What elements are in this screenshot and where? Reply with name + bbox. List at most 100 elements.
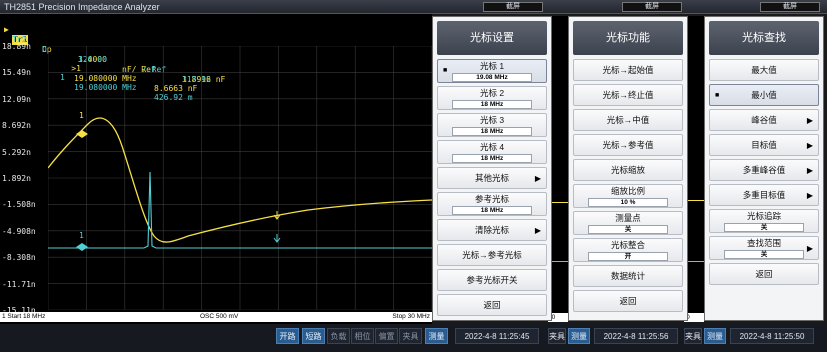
submenu-arrow-icon: ▶ (806, 116, 813, 125)
menu-item-label: 最大值 (751, 65, 777, 75)
sliver-fixture-1[interactable]: 夹具 (548, 328, 566, 344)
screenshot-button-1[interactable]: 截屏 (483, 2, 543, 12)
bottom-button-4[interactable]: 偏置 (375, 328, 398, 344)
menu-item-value[interactable]: 关 (724, 250, 804, 259)
trace-1-row[interactable]: ▶ Tr1 Cp 3.4000 nF/ Ref 1.8916 nF (0, 15, 225, 84)
menu-item-label: 最小值 (751, 90, 777, 100)
menu-item-value[interactable]: 18 MHz (452, 100, 532, 109)
menu-item-value[interactable]: 18 MHz (452, 154, 532, 163)
bottom-button-6[interactable]: 测量 (425, 328, 448, 344)
menu-item-value[interactable]: 开 (588, 252, 668, 261)
panel_marker_search-item-2[interactable]: 峰谷值 ▶ (709, 109, 819, 131)
panel_marker_setup-item-5[interactable]: 参考光标 18 MHz (437, 192, 547, 216)
bottom-button-5[interactable]: 夹具 (399, 328, 422, 344)
panel_marker_function-item-4[interactable]: 光标缩放 (573, 159, 683, 181)
panel_marker_search-item-3[interactable]: 目标值 ▶ (709, 134, 819, 156)
submenu-arrow-icon: ▶ (806, 166, 813, 175)
y-label-8: -8.308n (2, 253, 36, 263)
bottom-button-1[interactable]: 短路 (302, 328, 325, 344)
menu-item-value[interactable]: 18 MHz (452, 206, 532, 215)
panel_marker_setup-item-2[interactable]: 光标 3 18 MHz (437, 113, 547, 137)
menu-item-label: 返回 (755, 269, 773, 279)
marker-search-panel: 光标查找 最大值 ■ 最小值 峰谷值 ▶ 目标值 ▶ 多重峰谷值 ▶ 多重目标值 ▶ 光标追踪关查找范… (704, 16, 824, 321)
y-label-0: 18.89n (2, 42, 31, 51)
panel_marker_function-item-9[interactable]: 返回 (573, 290, 683, 312)
sliver-fixture-2[interactable]: 夹具 (684, 328, 702, 344)
screenshot-button-2[interactable]: 截屏 (622, 2, 682, 12)
menu-item-label: 光标→起始值 (602, 65, 654, 75)
menu-item-label: 光标→中值 (606, 115, 650, 125)
menu-item-label: 光标→终止值 (602, 90, 654, 100)
panel_marker_function-item-7[interactable]: 光标整合开 (573, 238, 683, 262)
readout-2-val: 426.92 m (154, 93, 193, 102)
marker-readout-row-2: 1 19.080000 MHz 426.92 m (52, 63, 193, 102)
panel_marker_function-item-6[interactable]: 测量点关 (573, 211, 683, 235)
menu-item-label: 参考光标 (474, 194, 509, 204)
panel_marker_setup-item-3[interactable]: 光标 4 18 MHz (437, 140, 547, 164)
menu-item-label: 光标追踪 (746, 211, 781, 221)
panel_marker_function-item-2[interactable]: 光标→中值 (573, 109, 683, 131)
panel_marker_setup-item-0[interactable]: ■ 光标 1 19.08 MHz (437, 59, 547, 83)
menu-item-label: 参考光标开关 (466, 275, 518, 285)
selected-bullet-icon: ■ (443, 67, 448, 74)
panel_marker_search-item-7[interactable]: 查找范围关 ▶ (709, 236, 819, 260)
panel_marker_setup-item-6[interactable]: 清除光标 ▶ (437, 219, 547, 241)
menu-item-label: 数据统计 (610, 271, 645, 281)
menu-item-label: 光标→参考值 (602, 140, 654, 150)
panel_marker_setup-item-1[interactable]: 光标 2 18 MHz (437, 86, 547, 110)
panel_marker_search-item-6[interactable]: 光标追踪关 (709, 209, 819, 233)
y-label-2: 12.09n (2, 94, 31, 104)
submenu-arrow-icon: ▶ (806, 244, 813, 253)
marker-function-title: 光标功能 (573, 21, 683, 55)
menu-item-label: 目标值 (751, 140, 777, 150)
panel_marker_function-item-5[interactable]: 缩放比例 10 % (573, 184, 683, 208)
sliver-1-cyan-line (552, 261, 568, 262)
y-label-3: 8.692n (2, 121, 31, 131)
menu-item-value[interactable]: 关 (588, 225, 668, 234)
menu-item-value[interactable]: 10 % (588, 198, 668, 207)
menu-item-label: 光标 3 (479, 115, 505, 125)
panel_marker_setup-item-7[interactable]: 光标→参考光标 (437, 244, 547, 266)
menu-item-label: 返回 (483, 300, 501, 310)
bottom-button-2[interactable]: 负载 (327, 328, 350, 344)
menu-item-label: 光标整合 (610, 240, 645, 250)
panel_marker_search-item-8[interactable]: 返回 (709, 263, 819, 285)
trace-2-row[interactable]: Tr2 D 120.00 / Ref 317.92 (0, 25, 211, 84)
menu-item-value[interactable]: 19.08 MHz (452, 73, 532, 82)
trace-sliver-2 (688, 16, 704, 322)
submenu-arrow-icon: ▶ (534, 174, 541, 183)
panel_marker_search-item-5[interactable]: 多重目标值 ▶ (709, 184, 819, 206)
screenshot-button-3[interactable]: 截屏 (760, 2, 820, 12)
osc-level: OSC 500 mV (200, 313, 239, 320)
title-bar: TH2851 Precision Impedance Analyzer (0, 0, 432, 14)
marker-1-yellow-label: 1 (79, 111, 84, 120)
bottom-button-0[interactable]: 开路 (276, 328, 299, 344)
panel_marker_setup-item-8[interactable]: 参考光标开关 (437, 269, 547, 291)
datetime-2: 2022-4-8 11:25:56 (594, 328, 678, 344)
marker-function-panel: 光标功能 光标→起始值 光标→终止值 光标→中值光标→参考值光标缩放缩放比例 10 %… (568, 16, 688, 321)
panel_marker_setup-item-9[interactable]: 返回 (437, 294, 547, 316)
sweep-stop: Stop 30 MHz (392, 313, 430, 320)
menu-item-label: 光标 2 (479, 88, 505, 98)
panel_marker_function-item-0[interactable]: 光标→起始值 (573, 59, 683, 81)
panel_marker_function-item-3[interactable]: 光标→参考值 (573, 134, 683, 156)
bottom-button-3[interactable]: 相位 (351, 328, 374, 344)
panel_marker_search-item-0[interactable]: 最大值 (709, 59, 819, 81)
marker-search-title: 光标查找 (709, 21, 819, 55)
panel_marker_setup-item-4[interactable]: 其他光标 ▶ (437, 167, 547, 189)
panel_marker_search-item-4[interactable]: 多重峰谷值 ▶ (709, 159, 819, 181)
menu-item-value[interactable]: 18 MHz (452, 127, 532, 136)
panel_marker_function-item-1[interactable]: 光标→终止值 (573, 84, 683, 106)
menu-item-label: 光标 1 (479, 61, 505, 71)
panel_marker_function-item-8[interactable]: 数据统计 (573, 265, 683, 287)
panel_marker_search-item-1[interactable]: ■ 最小值 (709, 84, 819, 106)
menu-item-label: 光标 4 (479, 142, 505, 152)
measure-button-3[interactable]: 测量 (704, 328, 726, 344)
trace-2-param: D (42, 45, 47, 54)
measure-button-2[interactable]: 测量 (568, 328, 590, 344)
app-title: TH2851 Precision Impedance Analyzer (4, 2, 160, 12)
menu-item-label: 清除光标 (474, 225, 509, 235)
y-label-5: 1.892n (2, 174, 31, 183)
sliver-2-cyan-line (688, 261, 704, 262)
menu-item-value[interactable]: 关 (724, 223, 804, 232)
